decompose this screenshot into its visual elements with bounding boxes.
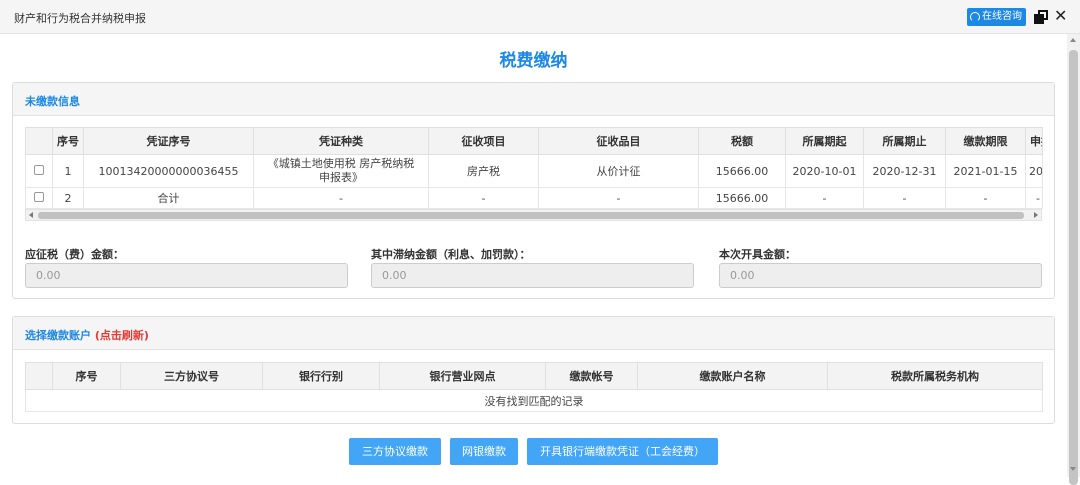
cell-subitem: 从价计征: [538, 154, 699, 188]
column-header: 税额: [698, 127, 786, 155]
cell-item: -: [428, 187, 539, 209]
late-fee-label: 其中滞纳金额（利息、加罚款）：: [371, 248, 531, 261]
window-title: 财产和行为税合并纳税申报: [14, 12, 146, 25]
scroll-left-icon[interactable]: [29, 212, 33, 218]
column-header: 凭证序号: [83, 127, 254, 155]
column-header: 缴款期限: [945, 127, 1026, 155]
cell-tax: 15666.00: [698, 154, 786, 188]
scroll-down-icon[interactable]: [1070, 467, 1076, 471]
tripartite-pay-button[interactable]: 三方协议缴款: [349, 438, 441, 465]
cell-end: -: [863, 187, 946, 209]
scroll-up-icon[interactable]: [1070, 38, 1076, 42]
column-header: 银行营业网点: [379, 362, 546, 390]
column-header: 税款所属税务机构: [827, 362, 1043, 390]
column-header: 序号: [52, 127, 84, 155]
online-consult-button[interactable]: 在线咨询: [967, 8, 1026, 26]
account-table: 序号 三方协议号 银行行别 银行营业网点 缴款帐号 缴款账户名称 税款所属税务机…: [25, 362, 1043, 412]
amount-due-field[interactable]: 0.00: [25, 263, 348, 288]
amount-due-label: 应征税（费）金额：: [25, 248, 124, 261]
online-bank-pay-button[interactable]: 网银缴款: [450, 438, 518, 465]
cell-subitem: -: [538, 187, 699, 209]
restore-window-icon[interactable]: [1034, 10, 1048, 24]
scrollbar-thumb[interactable]: [1069, 50, 1078, 485]
row-checkbox[interactable]: [34, 191, 44, 202]
unpaid-info-heading: 未缴款信息: [13, 83, 1054, 116]
column-header: 缴款帐号: [545, 362, 638, 390]
window-titlebar: 财产和行为税合并纳税申报 在线咨询 ✕: [0, 0, 1080, 34]
horizontal-scroll-thumb[interactable]: [38, 212, 1024, 219]
column-header: 所属期起: [785, 127, 864, 155]
table-row[interactable]: 2 合计 - - - 15666.00 - - - -: [25, 187, 1043, 209]
cell-deadline: -: [945, 187, 1026, 209]
unpaid-table: 序号 凭证序号 凭证种类 征收项目 征收品目 税额 所属期起 所属期止 缴款期限…: [25, 127, 1043, 209]
column-header: 所属期止: [863, 127, 946, 155]
cell-item: 房产税: [428, 154, 539, 188]
account-table-header: 序号 三方协议号 银行行别 银行营业网点 缴款帐号 缴款账户名称 税款所属税务机…: [25, 362, 1043, 390]
cell-voucher-no: 10013420000000036455: [83, 154, 254, 188]
select-column-header: [25, 362, 53, 390]
cell-seq: 2: [52, 187, 84, 209]
cell-voucher-no: 合计: [83, 187, 254, 209]
column-header: 序号: [52, 362, 121, 390]
cell-end: 2020-12-31: [863, 154, 946, 188]
page-title: 税费缴纳: [499, 51, 568, 71]
column-header: 缴款账户名称: [637, 362, 828, 390]
payment-account-title: 选择缴款账户: [25, 329, 91, 342]
column-header: 凭证种类: [253, 127, 429, 155]
cell-seq: 1: [52, 154, 84, 188]
empty-message: 没有找到匹配的记录: [25, 389, 1043, 412]
headset-icon: [970, 12, 980, 22]
table-horizontal-scrollbar[interactable]: [25, 209, 1042, 221]
unpaid-table-header: 序号 凭证序号 凭证种类 征收项目 征收品目 税额 所属期起 所属期止 缴款期限…: [25, 127, 1043, 155]
row-checkbox[interactable]: [34, 164, 44, 175]
bank-voucher-button[interactable]: 开具银行端缴款凭证（工会经费）: [527, 438, 718, 465]
column-header: 征收品目: [538, 127, 699, 155]
cell-decl-date: -: [1025, 187, 1043, 209]
column-header: 三方协议号: [120, 362, 263, 390]
cell-start: -: [785, 187, 864, 209]
column-header: 银行行别: [262, 362, 380, 390]
issue-amount-field[interactable]: 0.00: [719, 263, 1042, 288]
issue-amount-label: 本次开具金额：: [719, 248, 796, 261]
cell-voucher-type: 《城镇土地使用税 房产税纳税申报表》: [253, 154, 429, 188]
cell-voucher-type: -: [253, 187, 429, 209]
column-header: 征收项目: [428, 127, 539, 155]
close-icon[interactable]: ✕: [1054, 6, 1067, 26]
scroll-right-icon[interactable]: [1034, 212, 1038, 218]
vertical-scrollbar[interactable]: [1067, 34, 1080, 485]
table-row[interactable]: 1 10013420000000036455 《城镇土地使用税 房产税纳税申报表…: [25, 154, 1043, 188]
refresh-link[interactable]: (点击刷新): [95, 329, 149, 342]
payment-account-heading: 选择缴款账户 (点击刷新): [13, 317, 1054, 350]
cell-deadline: 2021-01-15: [945, 154, 1026, 188]
select-column-header: [25, 127, 53, 155]
cell-decl-date: 2020-1: [1025, 154, 1043, 188]
column-header: 申报日: [1025, 127, 1043, 155]
cell-tax: 15666.00: [698, 187, 786, 209]
empty-row: 没有找到匹配的记录: [25, 389, 1043, 412]
online-consult-label: 在线咨询: [982, 11, 1022, 22]
cell-start: 2020-10-01: [785, 154, 864, 188]
late-fee-field[interactable]: 0.00: [371, 263, 694, 288]
